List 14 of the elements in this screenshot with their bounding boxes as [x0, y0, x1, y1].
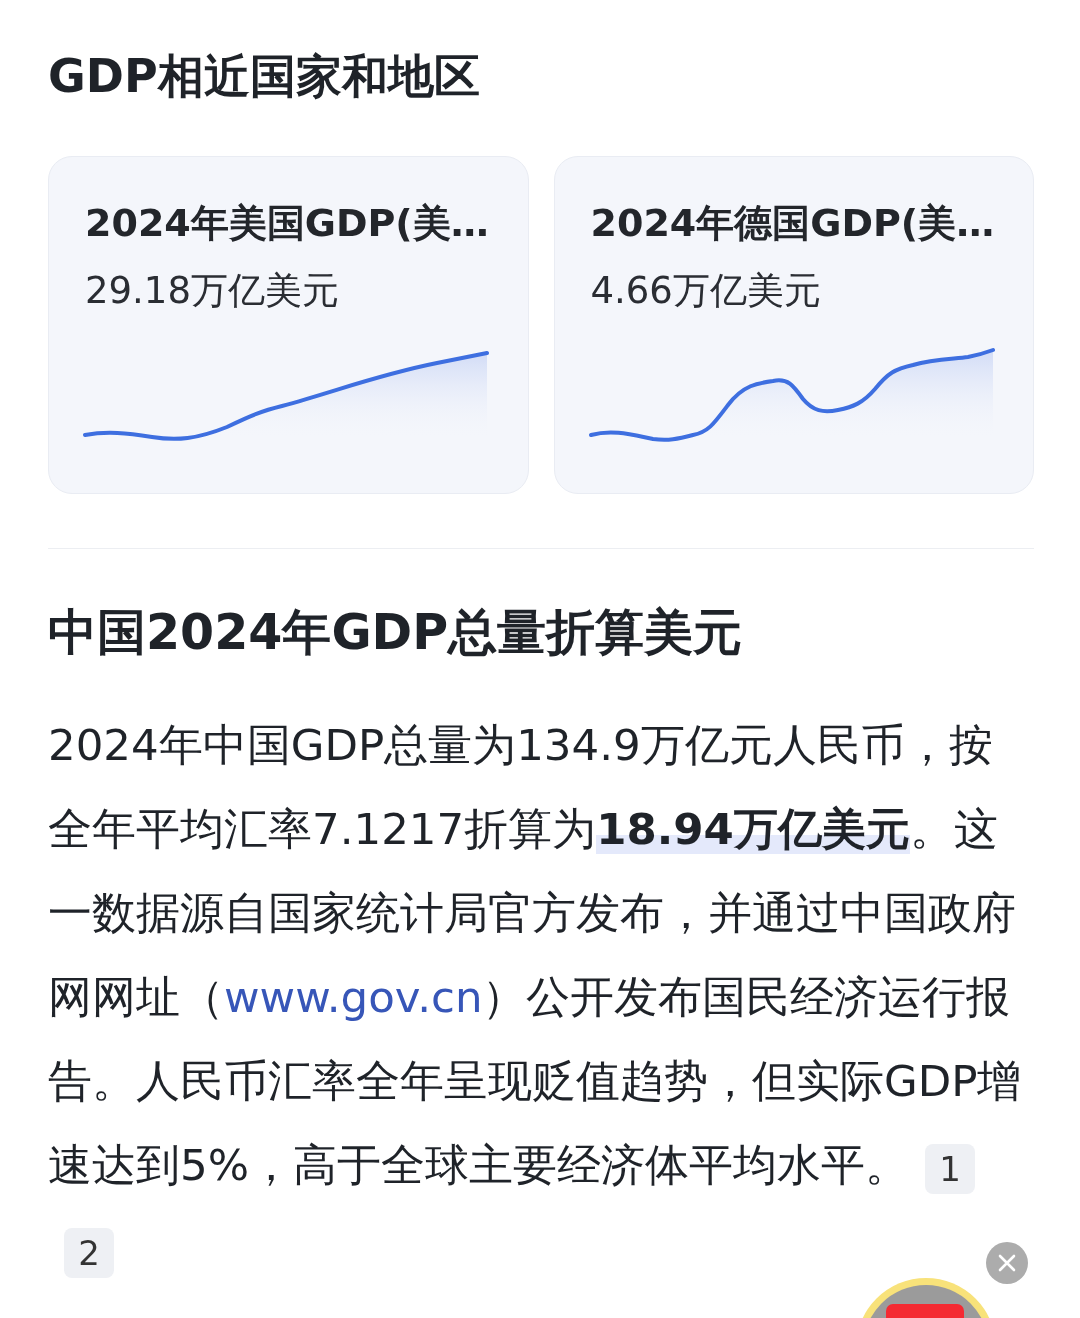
card-value: 29.18万亿美元: [85, 268, 340, 314]
card-title: 2024年德国GDP(美…: [590, 200, 996, 247]
card-value: 4.66万亿美元: [590, 268, 822, 314]
gdp-card[interactable]: 2024年德国GDP(美… 4.66万亿美元: [553, 156, 1034, 494]
website-link[interactable]: www.gov.cn: [224, 972, 483, 1022]
article-title: 中国2024年GDP总量折算美元: [48, 603, 744, 663]
citation-link[interactable]: 1: [925, 1143, 975, 1194]
citation-link[interactable]: 2: [64, 1227, 114, 1278]
article-paragraph: 2024年中国GDP总量为134.9万亿元人民币，按全年平均汇率7.1217折算为18.94万亿美元。这一数据源自国家统计局官方发布，并通过中国政府网网址（www.gov.cn）公开发布国民经济运行报告。人民币汇率全年呈现贬值趋势，但实际GDP增速达到5%，高于全球主要经济体平均水平。 1 2: [48, 703, 1023, 1291]
close-icon: [997, 1253, 1017, 1273]
close-button[interactable]: [986, 1242, 1028, 1284]
card-title: 2024年美国GDP(美…: [85, 200, 490, 247]
section-title: GDP相近国家和地区: [48, 48, 481, 105]
gdp-card[interactable]: 2024年美国GDP(美… 29.18万亿美元: [48, 156, 529, 494]
